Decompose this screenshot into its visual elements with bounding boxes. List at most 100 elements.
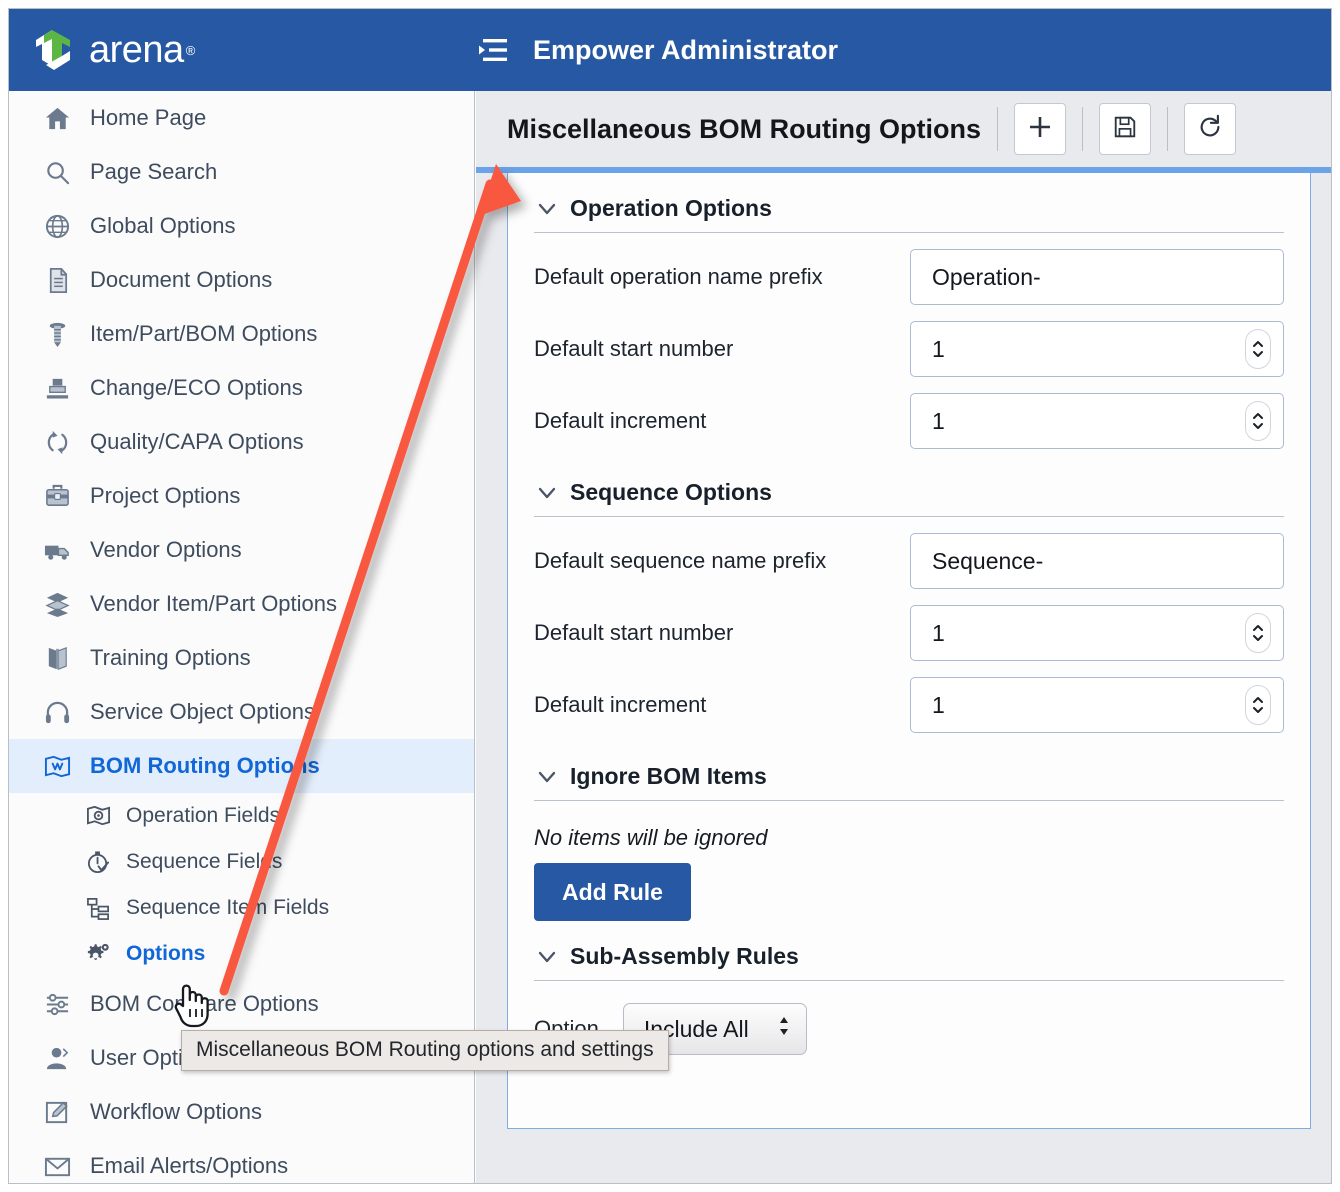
add-button[interactable] [1014,103,1067,155]
brand-registered-mark: ® [185,42,196,58]
sidebar-item-label: Home Page [90,105,207,130]
operation-name-prefix-input[interactable]: Operation- [910,249,1284,305]
sidebar-item-workflow-options[interactable]: Workflow Options [9,1085,474,1139]
number-stepper[interactable] [1245,613,1271,653]
sidebar-subitem-label: Options [126,942,206,965]
field-value: Sequence- [932,547,1044,574]
user-icon [41,1043,73,1073]
sidebar-item-training-options[interactable]: Training Options [9,631,474,685]
field-row: Default increment 1 [534,385,1284,457]
sidebar-item-label: Vendor Item/Part Options [90,591,338,616]
sidebar-item-item-part-bom-options[interactable]: Item/Part/BOM Options [9,307,474,361]
field-label: Default sequence name prefix [534,548,827,573]
toolbar-divider [1082,107,1084,151]
truck-icon [41,535,73,565]
operation-start-number-input[interactable]: 1 [910,321,1284,377]
sidebar-item-label: Page Search [90,159,218,184]
sidebar-item-label: Global Options [90,213,236,238]
sidebar-item-label: Training Options [90,645,251,670]
sidebar-item-email-alerts-options[interactable]: Email Alerts/Options [9,1139,474,1183]
sidebar-item-label: Document Options [90,267,273,292]
sidebar-item-page-search[interactable]: Page Search [9,145,474,199]
chevron-down-icon[interactable] [534,480,560,506]
sidebar-item-label: BOM Routing Options [90,753,320,778]
field-label: Default increment [534,692,707,717]
sidebar-item-document-options[interactable]: Document Options [9,253,474,307]
sidebar-item-global-options[interactable]: Global Options [9,199,474,253]
sidebar-subitem-label: Sequence Item Fields [126,896,330,919]
sequence-increment-input[interactable]: 1 [910,677,1284,733]
sidebar-item-label: Change/ECO Options [90,375,303,400]
sidebar-navigation: Home Page Page Search Global Options Doc… [9,91,475,1183]
number-stepper[interactable] [1245,685,1271,725]
stamp-icon [41,373,73,403]
sidebar-subitem-sequence-item-fields[interactable]: Sequence Item Fields [9,885,474,931]
chevron-down-icon[interactable] [534,764,560,790]
sidebar-subitem-options[interactable]: Options [9,931,474,977]
field-value: 1 [932,691,945,718]
search-icon [41,157,73,187]
section-title: Sub-Assembly Rules [570,943,799,969]
collapse-menu-icon[interactable] [475,36,509,64]
settings-panel: Operation Options Default operation name… [507,173,1311,1129]
sidebar-item-label: Project Options [90,483,241,508]
number-stepper[interactable] [1245,329,1271,369]
sidebar-item-vendor-options[interactable]: Vendor Options [9,523,474,577]
section-title: Sequence Options [570,479,772,505]
page-title: Empower Administrator [533,34,839,65]
stopwatch-check-icon [83,848,113,876]
chevron-down-icon[interactable] [534,944,560,970]
save-button[interactable] [1099,103,1152,155]
field-value: 1 [932,619,945,646]
top-header-bar: arena ® Empower Administrator [9,9,1331,91]
field-value: 1 [932,407,945,434]
section-divider [534,516,1284,517]
workflow-edit-icon [41,1097,73,1127]
field-row: Default increment 1 [534,669,1284,741]
sidebar-item-service-object-options[interactable]: Service Object Options [9,685,474,739]
sidebar-item-label: Service Object Options [90,699,315,724]
section-header-sequence-options[interactable]: Sequence Options [534,457,1284,516]
number-stepper[interactable] [1245,401,1271,441]
brand-logo-area[interactable]: arena ® [9,27,475,73]
boxes-icon [41,589,73,619]
chevron-down-icon[interactable] [534,196,560,222]
sidebar-item-change-eco-options[interactable]: Change/ECO Options [9,361,474,415]
toolbar-divider [1167,107,1169,151]
hover-tooltip: Miscellaneous BOM Routing options and se… [181,1030,669,1071]
field-row: Default start number 1 [534,313,1284,385]
home-icon [41,103,73,133]
briefcase-icon [41,481,73,511]
content-title: Miscellaneous BOM Routing Options [507,113,982,144]
sidebar-item-project-options[interactable]: Project Options [9,469,474,523]
save-floppy-icon [1112,114,1138,145]
sidebar-subitem-sequence-fields[interactable]: Sequence Fields [9,839,474,885]
add-rule-button[interactable]: Add Rule [534,863,691,921]
refresh-cycle-icon [41,427,73,457]
sidebar-item-bom-routing-options[interactable]: BOM Routing Options [9,739,474,793]
screw-icon [41,319,73,349]
section-title: Ignore BOM Items [570,763,767,789]
toolbar-divider [997,107,999,151]
sidebar-item-home-page[interactable]: Home Page [9,91,474,145]
section-header-sub-assembly-rules[interactable]: Sub-Assembly Rules [534,921,1284,980]
content-toolbar: Miscellaneous BOM Routing Options [476,91,1331,167]
section-header-ignore-bom-items[interactable]: Ignore BOM Items [534,741,1284,800]
document-icon [41,265,73,295]
pointing-hand-cursor [174,984,209,1028]
sidebar-subitem-operation-fields[interactable]: Operation Fields [9,793,474,839]
sidebar-item-label: Item/Part/BOM Options [90,321,318,346]
refresh-button[interactable] [1184,103,1237,155]
sidebar-item-vendor-item-part-options[interactable]: Vendor Item/Part Options [9,577,474,631]
sidebar-item-quality-capa-options[interactable]: Quality/CAPA Options [9,415,474,469]
operation-increment-input[interactable]: 1 [910,393,1284,449]
routing-map-icon [41,751,73,781]
field-label: Default operation name prefix [534,264,823,289]
sequence-name-prefix-input[interactable]: Sequence- [910,533,1284,589]
sidebar-item-label: Workflow Options [90,1099,262,1124]
headset-icon [41,697,73,727]
section-header-operation-options[interactable]: Operation Options [534,173,1284,232]
sequence-start-number-input[interactable]: 1 [910,605,1284,661]
sidebar-item-bom-compare-options[interactable]: BOM Compare Options [9,977,474,1031]
field-label: Default start number [534,336,734,361]
